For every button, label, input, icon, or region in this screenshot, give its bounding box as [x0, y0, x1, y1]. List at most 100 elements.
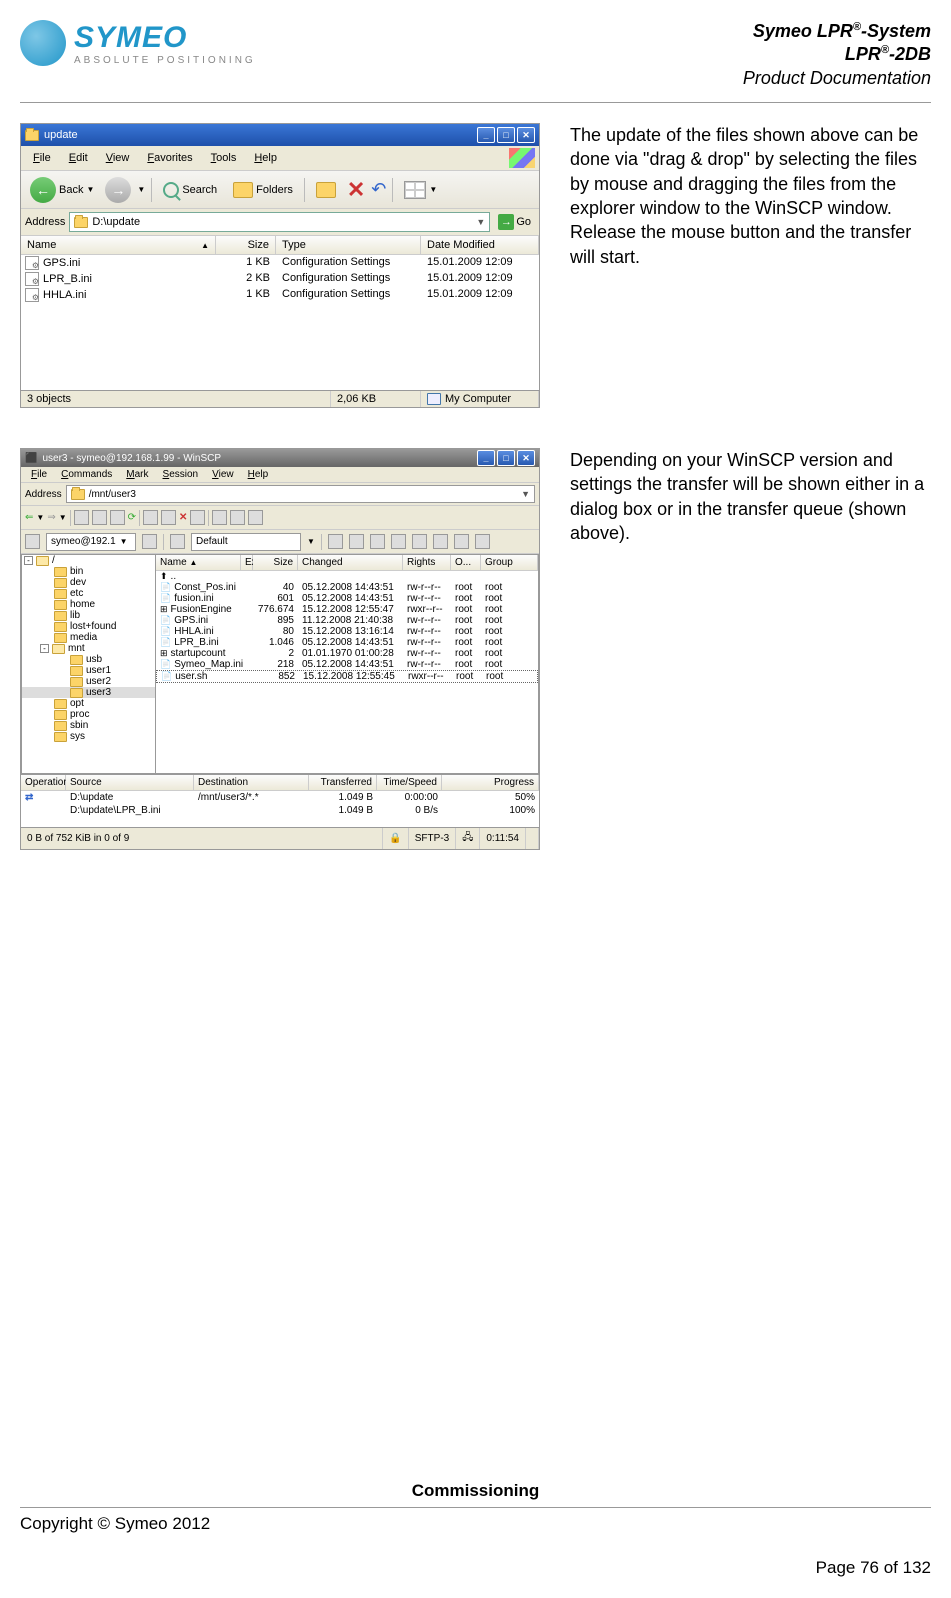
file-row[interactable]: 📄HHLA.ini8015.12.2008 13:16:14rw-r--r--r…	[156, 626, 538, 637]
menu-view[interactable]: View	[98, 150, 138, 166]
winscp-statusbar: 0 B of 752 KiB in 0 of 9 🔒 SFTP-3 🖧 0:11…	[21, 827, 539, 849]
file-row[interactable]: 📄Symeo_Map.ini21805.12.2008 14:43:51rw-r…	[156, 659, 538, 670]
tree-item[interactable]: -mnt	[22, 643, 155, 654]
go-arrow-icon: →	[498, 214, 514, 230]
transfer-combo[interactable]: Default	[191, 533, 301, 551]
folder-icon	[54, 578, 67, 588]
tree-item[interactable]: lib	[22, 610, 155, 621]
section2-text: Depending on your WinSCP version and set…	[570, 448, 931, 545]
view-button[interactable]: ▼	[399, 179, 442, 201]
address-input[interactable]: /mnt/user3 ▼	[66, 485, 535, 503]
maximize-button[interactable]: □	[497, 127, 515, 143]
file-row[interactable]: 📄fusion.ini60105.12.2008 14:43:51rw-r--r…	[156, 593, 538, 604]
folders-icon	[233, 182, 253, 198]
doc-title: Symeo LPR®-System LPR®-2DB Product Docum…	[743, 20, 931, 90]
logo: SYMEO ABSOLUTE POSITIONING	[20, 20, 256, 66]
file-row[interactable]: GPS.ini1 KBConfiguration Settings15.01.2…	[21, 255, 539, 271]
tree-item[interactable]: user2	[22, 676, 155, 687]
session-icon[interactable]	[25, 534, 40, 549]
tree-item[interactable]: -/	[22, 555, 155, 566]
folder-icon	[70, 655, 83, 665]
tree-item[interactable]: sys	[22, 731, 155, 742]
session-combo[interactable]: symeo@192.1▼	[46, 533, 136, 551]
tree-item[interactable]: dev	[22, 577, 155, 588]
sync-icon[interactable]	[316, 182, 336, 198]
file-icon: ⊞	[160, 604, 168, 615]
delete-button[interactable]: ✕	[347, 177, 365, 203]
minimize-button[interactable]: _	[477, 127, 495, 143]
file-icon: 📄	[160, 626, 171, 637]
remote-file-panel[interactable]: Name ▲ Ext Size Changed Rights O... Grou…	[156, 554, 539, 774]
file-icon: 📄	[160, 582, 171, 593]
winscp-toolbar-1[interactable]: ⇐▼ ⇒▼ ⟳ ✕	[21, 506, 539, 530]
tree-item[interactable]: user3	[22, 687, 155, 698]
folder-icon	[54, 622, 67, 632]
folder-icon	[54, 567, 67, 577]
tree-item[interactable]: lost+found	[22, 621, 155, 632]
close-button[interactable]: ✕	[517, 127, 535, 143]
file-row[interactable]: HHLA.ini1 KBConfiguration Settings15.01.…	[21, 287, 539, 303]
undo-button[interactable]: ↶	[371, 179, 386, 200]
queue-row[interactable]: ⇄D:\update/mnt/user3/*.*1.049 B0:00:0050…	[21, 791, 539, 804]
file-row[interactable]: 📄Const_Pos.ini4005.12.2008 14:43:51rw-r-…	[156, 582, 538, 593]
file-row[interactable]: ⊞FusionEngine776.67415.12.2008 12:55:47r…	[156, 604, 538, 615]
status-bar: 3 objects 2,06 KB My Computer	[21, 390, 539, 407]
menu-favorites[interactable]: Favorites	[139, 150, 200, 166]
menu-edit[interactable]: Edit	[61, 150, 96, 166]
winscp-titlebar[interactable]: ⬛ user3 - symeo@192.168.1.99 - WinSCP _ …	[21, 449, 539, 467]
back-button[interactable]: ← Back ▼	[25, 175, 99, 205]
menu-help[interactable]: Help	[246, 150, 285, 166]
file-row[interactable]: ⊞startupcount201.01.1970 01:00:28rw-r--r…	[156, 648, 538, 659]
folder-icon	[54, 600, 67, 610]
file-row[interactable]: 📄user.sh85215.12.2008 12:55:45rwxr--r--r…	[156, 670, 538, 683]
menu-tools[interactable]: Tools	[203, 150, 245, 166]
menu-help[interactable]: Help	[242, 468, 275, 481]
explorer-titlebar[interactable]: update _ □ ✕	[21, 124, 539, 146]
transfer-queue[interactable]: ⇄D:\update/mnt/user3/*.*1.049 B0:00:0050…	[21, 791, 539, 827]
menu-view[interactable]: View	[206, 468, 240, 481]
tree-item[interactable]: bin	[22, 566, 155, 577]
address-label: Address	[25, 216, 65, 228]
tree-item[interactable]: sbin	[22, 720, 155, 731]
sort-icon: ▲	[201, 241, 209, 250]
minimize-button[interactable]: _	[477, 450, 495, 466]
winscp-menubar: FileCommandsMarkSessionViewHelp	[21, 467, 539, 483]
file-row[interactable]: ⬆..	[156, 571, 538, 582]
menu-file[interactable]: File	[25, 150, 59, 166]
file-icon: 📄	[160, 637, 171, 648]
tree-item[interactable]: opt	[22, 698, 155, 709]
logo-name: SYMEO	[74, 21, 256, 55]
search-button[interactable]: Search	[158, 180, 222, 200]
file-row[interactable]: LPR_B.ini2 KBConfiguration Settings15.01…	[21, 271, 539, 287]
queue-headers[interactable]: Operation Source Destination Transferred…	[21, 774, 539, 791]
directory-tree[interactable]: -/ bindevetchomeliblost+foundmedia-mntus…	[21, 554, 156, 774]
menu-commands[interactable]: Commands	[55, 468, 118, 481]
menu-mark[interactable]: Mark	[120, 468, 154, 481]
address-input[interactable]: D:\update ▼	[69, 212, 490, 232]
file-row[interactable]: 📄LPR_B.ini1.04605.12.2008 14:43:51rw-r--…	[156, 637, 538, 648]
folder-icon	[54, 721, 67, 731]
dropdown-icon[interactable]: ▼	[476, 217, 485, 227]
lock-icon: 🔒	[389, 833, 401, 844]
file-icon: ⬆	[160, 571, 168, 582]
tree-item[interactable]: usb	[22, 654, 155, 665]
tree-item[interactable]: home	[22, 599, 155, 610]
tree-item[interactable]: etc	[22, 588, 155, 599]
file-list[interactable]: GPS.ini1 KBConfiguration Settings15.01.2…	[21, 255, 539, 390]
queue-row[interactable]: D:\update\LPR_B.ini1.049 B0 B/s100%	[21, 804, 539, 817]
file-row[interactable]: 📄GPS.ini89511.12.2008 21:40:38rw-r--r--r…	[156, 615, 538, 626]
folders-button[interactable]: Folders	[228, 180, 298, 200]
menu-session[interactable]: Session	[157, 468, 205, 481]
maximize-button[interactable]: □	[497, 450, 515, 466]
tree-item[interactable]: media	[22, 632, 155, 643]
forward-button[interactable]: →	[105, 177, 131, 203]
app-icon: ⬛	[25, 453, 37, 464]
tree-item[interactable]: user1	[22, 665, 155, 676]
close-button[interactable]: ✕	[517, 450, 535, 466]
menu-file[interactable]: File	[25, 468, 53, 481]
go-button[interactable]: → Go	[494, 213, 535, 231]
folder-icon	[36, 556, 49, 566]
column-headers[interactable]: Name▲ Size Type Date Modified	[21, 236, 539, 255]
ini-file-icon	[25, 256, 39, 270]
tree-item[interactable]: proc	[22, 709, 155, 720]
